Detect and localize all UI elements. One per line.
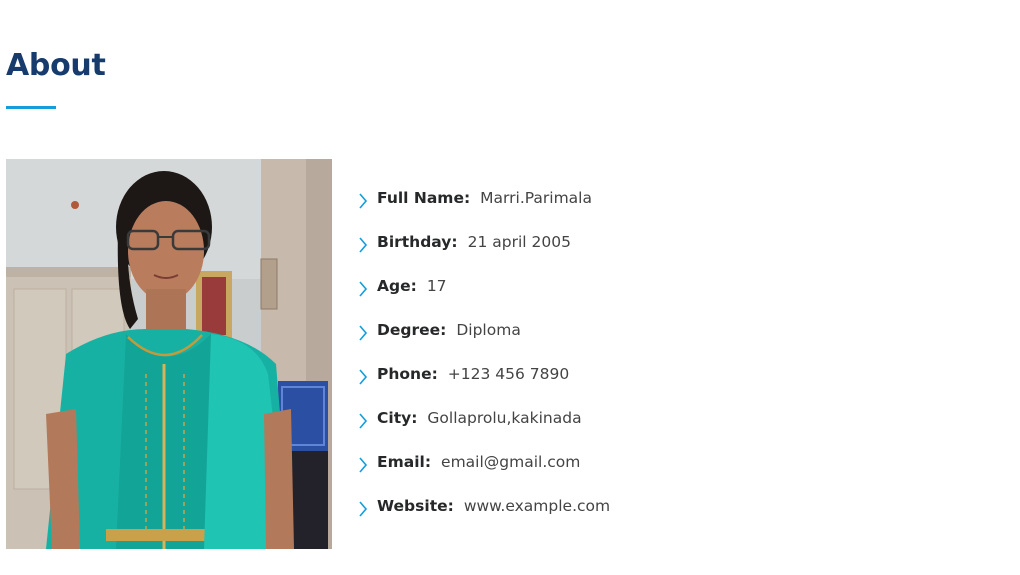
- full-name-value: Marri.Parimala: [480, 189, 592, 207]
- section-title: About: [6, 48, 106, 83]
- age-value: 17: [426, 277, 447, 295]
- birthday-label: Birthday:: [377, 233, 458, 251]
- degree-label: Degree:: [377, 321, 447, 339]
- chevron-right-icon: [359, 369, 368, 385]
- city-label: City:: [377, 409, 418, 427]
- chevron-right-icon: [359, 237, 368, 253]
- website-label: Website:: [377, 497, 454, 515]
- chevron-right-icon: [359, 281, 368, 297]
- chevron-right-icon: [359, 457, 368, 473]
- phone-value: +123 456 7890: [447, 365, 570, 383]
- list-item: Degree: Diploma: [358, 321, 610, 365]
- list-item: Phone: +123 456 7890: [358, 365, 610, 409]
- list-item: Email: email@gmail.com: [358, 453, 610, 497]
- list-item: Full Name: Marri.Parimala: [358, 189, 610, 233]
- chevron-right-icon: [359, 193, 368, 209]
- email-value: email@gmail.com: [441, 453, 581, 471]
- chevron-right-icon: [359, 325, 368, 341]
- full-name-label: Full Name:: [377, 189, 471, 207]
- age-label: Age:: [377, 277, 417, 295]
- profile-photo: [6, 159, 332, 549]
- chevron-right-icon: [359, 501, 368, 517]
- profile-details-list: Full Name: Marri.Parimala Birthday: 21 a…: [358, 189, 610, 541]
- degree-value: Diploma: [456, 321, 521, 339]
- list-item: City: Gollaprolu,kakinada: [358, 409, 610, 453]
- birthday-value: 21 april 2005: [467, 233, 571, 251]
- chevron-right-icon: [359, 413, 368, 429]
- email-label: Email:: [377, 453, 432, 471]
- list-item: Age: 17: [358, 277, 610, 321]
- website-value: www.example.com: [463, 497, 611, 515]
- list-item: Website: www.example.com: [358, 497, 610, 541]
- phone-label: Phone:: [377, 365, 438, 383]
- city-value: Gollaprolu,kakinada: [427, 409, 582, 427]
- portrait-photo: [6, 159, 332, 549]
- title-underline: [6, 106, 56, 109]
- list-item: Birthday: 21 april 2005: [358, 233, 610, 277]
